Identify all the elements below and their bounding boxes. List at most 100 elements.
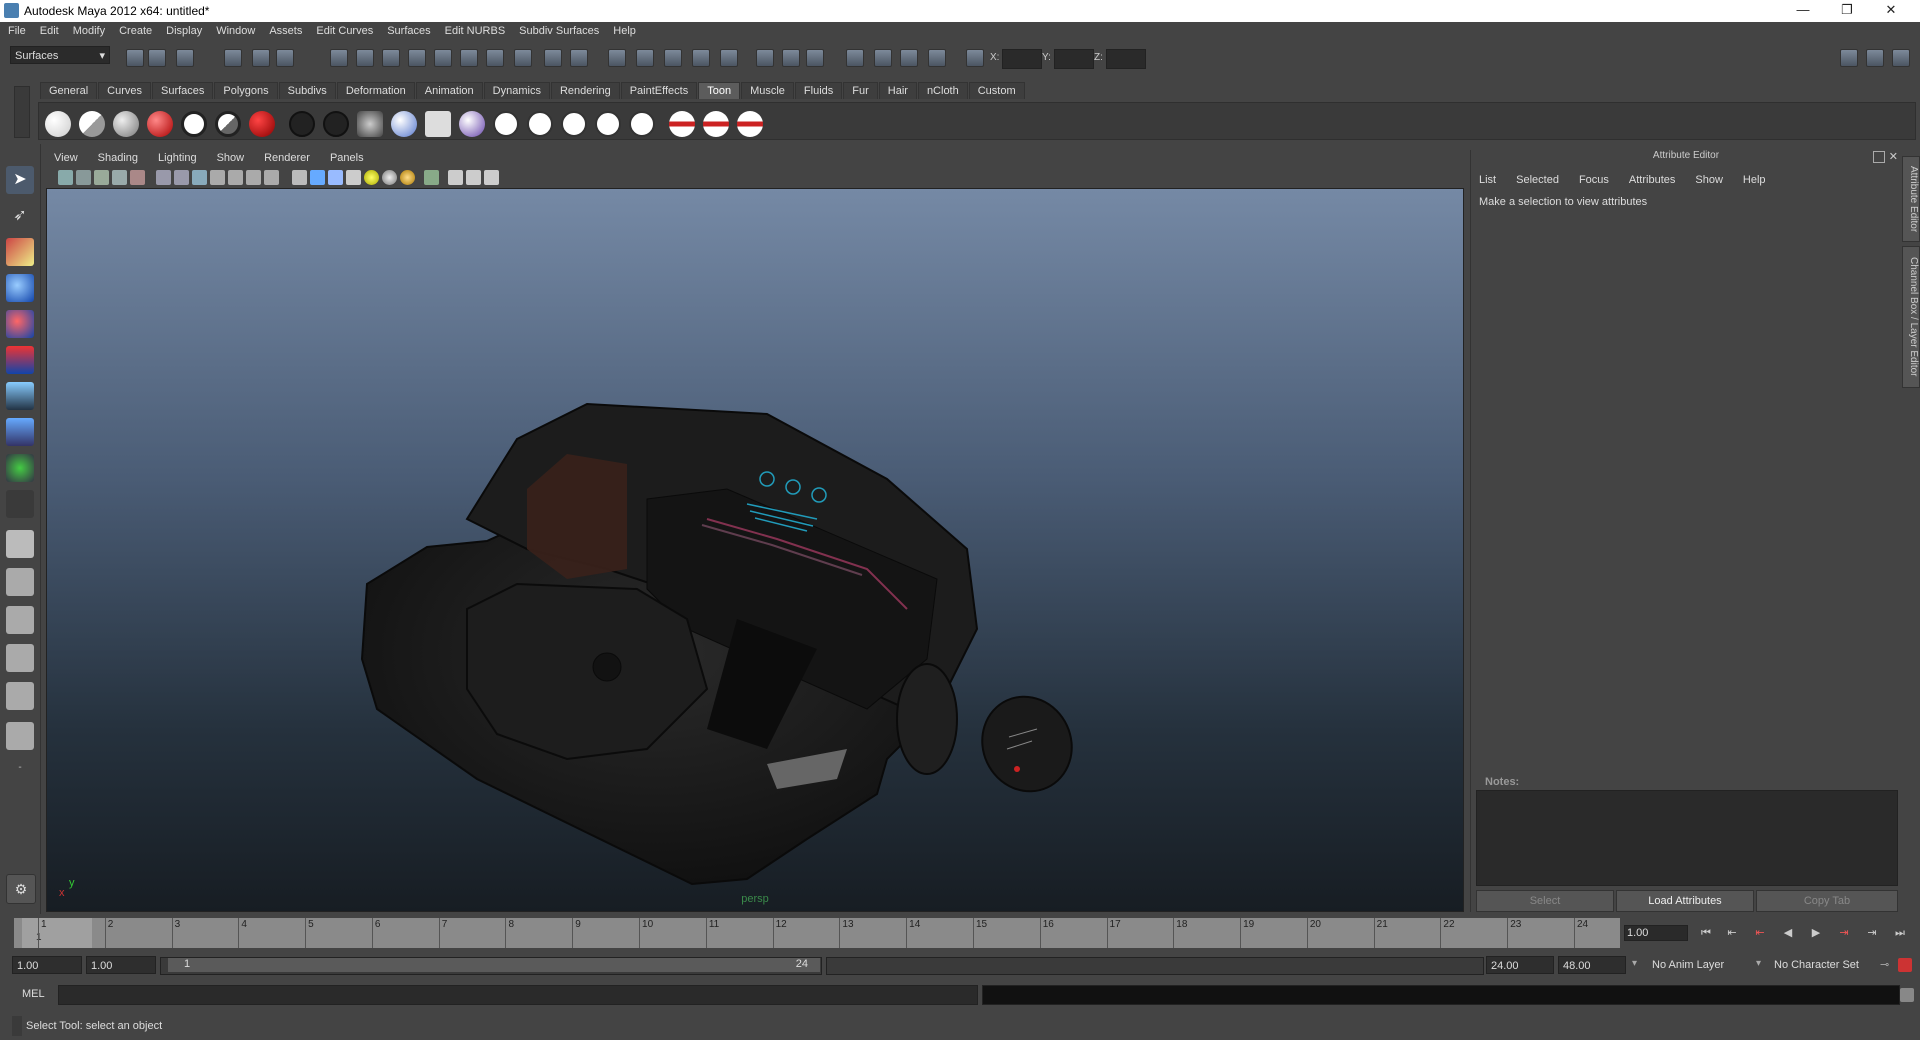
toon-red-ball-icon[interactable] bbox=[249, 111, 275, 137]
toon-lips-3-icon[interactable] bbox=[737, 111, 763, 137]
auto-key-icon[interactable]: ⊸ bbox=[1880, 958, 1889, 971]
char-set-chevron-icon[interactable]: ▾ bbox=[1756, 958, 1761, 969]
menu-edit-curves[interactable]: Edit Curves bbox=[308, 22, 379, 37]
modeling-toolkit-icon[interactable] bbox=[928, 49, 946, 67]
select-button[interactable]: Select bbox=[1476, 890, 1614, 912]
ae-menu-help[interactable]: Help bbox=[1743, 174, 1766, 186]
ae-menu-selected[interactable]: Selected bbox=[1516, 174, 1559, 186]
snap-view-plane-icon[interactable] bbox=[408, 49, 426, 67]
viewport-menu-panels[interactable]: Panels bbox=[316, 150, 370, 164]
float-panel-icon[interactable] bbox=[1873, 151, 1885, 163]
new-scene-icon[interactable] bbox=[126, 49, 144, 67]
open-scene-icon[interactable] bbox=[148, 49, 166, 67]
shelf-tab-subdivs[interactable]: Subdivs bbox=[278, 82, 336, 99]
graph-editor-icon[interactable] bbox=[806, 49, 824, 67]
coord-x-field[interactable] bbox=[1002, 49, 1042, 69]
texture-icon[interactable] bbox=[466, 170, 481, 185]
toon-line-weight-icon[interactable] bbox=[527, 111, 553, 137]
toon-fill-light-angle-icon[interactable] bbox=[113, 111, 139, 137]
viewport-menu-shading[interactable]: Shading bbox=[84, 150, 144, 164]
render-region-icon[interactable] bbox=[570, 49, 588, 67]
shelf-tab-muscle[interactable]: Muscle bbox=[741, 82, 794, 99]
grid-icon[interactable] bbox=[156, 170, 171, 185]
shelf-tab-surfaces[interactable]: Surfaces bbox=[151, 82, 214, 99]
shelf-tab-general[interactable]: General bbox=[40, 82, 98, 99]
camera-attributes-icon[interactable] bbox=[58, 170, 73, 185]
animation-start-field[interactable]: 1.00 bbox=[12, 956, 82, 974]
render-view-icon[interactable] bbox=[720, 49, 738, 67]
shelf-tab-hair[interactable]: Hair bbox=[878, 82, 917, 99]
share-icon[interactable] bbox=[484, 170, 499, 185]
shelf-menu-icon[interactable] bbox=[14, 86, 30, 138]
select-tool-icon[interactable]: ➤ bbox=[6, 166, 34, 194]
menu-edit[interactable]: Edit bbox=[32, 22, 65, 37]
manipulator-tool-icon[interactable] bbox=[6, 382, 34, 410]
show-manipulator-icon[interactable] bbox=[6, 454, 34, 482]
toon-lips-icon[interactable] bbox=[669, 111, 695, 137]
snap-point-icon[interactable] bbox=[382, 49, 400, 67]
ae-menu-focus[interactable]: Focus bbox=[1579, 174, 1609, 186]
select-object-icon[interactable] bbox=[252, 49, 270, 67]
hypershade-icon[interactable] bbox=[692, 49, 710, 67]
select-component-icon[interactable] bbox=[276, 49, 294, 67]
outliner-icon[interactable] bbox=[782, 49, 800, 67]
animation-prefs-icon[interactable] bbox=[1898, 958, 1912, 972]
snap-curve-icon[interactable] bbox=[356, 49, 374, 67]
toon-dark-ball-2-icon[interactable] bbox=[323, 111, 349, 137]
menu-assets[interactable]: Assets bbox=[261, 22, 308, 37]
copy-tab-button[interactable]: Copy Tab bbox=[1756, 890, 1898, 912]
quick-layout-icon[interactable]: ⚙ bbox=[6, 874, 36, 904]
ae-menu-attributes[interactable]: Attributes bbox=[1629, 174, 1675, 186]
layout-attr-editor-icon[interactable] bbox=[1840, 49, 1858, 67]
construction-history-icon[interactable] bbox=[486, 49, 504, 67]
close-button[interactable]: ✕ bbox=[1876, 2, 1906, 20]
shadows-icon[interactable] bbox=[400, 170, 415, 185]
toon-crease-icon[interactable] bbox=[391, 111, 417, 137]
tool-settings-icon[interactable] bbox=[900, 49, 918, 67]
shelf-tab-painteffects[interactable]: PaintEffects bbox=[620, 82, 698, 99]
layout-tool-settings-icon[interactable] bbox=[1892, 49, 1910, 67]
xray-icon[interactable] bbox=[346, 170, 361, 185]
go-to-start-icon[interactable]: ⏮ bbox=[1696, 924, 1716, 942]
restore-button[interactable]: ❐ bbox=[1832, 2, 1862, 20]
viewport-menu-show[interactable]: Show bbox=[203, 150, 251, 164]
wireframe-on-shaded-icon[interactable] bbox=[328, 170, 343, 185]
shelf-tab-ncloth[interactable]: nCloth bbox=[917, 82, 968, 99]
shelf-tab-deformation[interactable]: Deformation bbox=[336, 82, 415, 99]
toon-fill-white-icon[interactable] bbox=[45, 111, 71, 137]
history-icon[interactable] bbox=[460, 49, 478, 67]
shelf-tab-animation[interactable]: Animation bbox=[415, 82, 483, 99]
shelf-tab-toon[interactable]: Toon bbox=[698, 82, 741, 99]
coord-z-field[interactable] bbox=[1106, 49, 1146, 69]
toon-fill-shaded-icon[interactable] bbox=[79, 111, 105, 137]
layout-outliner-persp-icon[interactable] bbox=[6, 606, 34, 634]
absolute-transform-icon[interactable] bbox=[966, 49, 984, 67]
two-d-pan-icon[interactable] bbox=[130, 170, 145, 185]
command-input[interactable] bbox=[58, 985, 978, 1005]
shelf-tab-curves[interactable]: Curves bbox=[98, 82, 151, 99]
help-query-icon[interactable] bbox=[514, 49, 532, 67]
safe-action-icon[interactable] bbox=[246, 170, 261, 185]
close-panel-icon[interactable]: ✕ bbox=[1889, 150, 1898, 163]
viewport-menu-lighting[interactable]: Lighting bbox=[144, 150, 203, 164]
play-forwards-icon[interactable]: ▶ bbox=[1806, 924, 1826, 942]
lock-icon[interactable] bbox=[544, 49, 562, 67]
viewport-menu-renderer[interactable]: Renderer bbox=[250, 150, 316, 164]
high-quality-icon[interactable] bbox=[448, 170, 463, 185]
menu-modify[interactable]: Modify bbox=[65, 22, 111, 37]
load-attributes-button[interactable]: Load Attributes bbox=[1616, 890, 1754, 912]
menu-set-selector[interactable]: Surfaces ▾ bbox=[10, 46, 110, 64]
menu-help[interactable]: Help bbox=[605, 22, 642, 37]
layout-more-icon[interactable]: - bbox=[6, 762, 34, 782]
toon-outline-white-icon[interactable] bbox=[181, 111, 207, 137]
toon-outline-shaded-icon[interactable] bbox=[215, 111, 241, 137]
scale-tool-icon[interactable] bbox=[6, 346, 34, 374]
toon-line-width-icon[interactable] bbox=[595, 111, 621, 137]
toon-fill-shaded-highlight-icon[interactable] bbox=[147, 111, 173, 137]
default-lighting-icon[interactable] bbox=[364, 170, 379, 185]
shelf-tab-rendering[interactable]: Rendering bbox=[550, 82, 620, 99]
make-live-icon[interactable] bbox=[434, 49, 452, 67]
step-back-key-icon[interactable]: ⇤ bbox=[1722, 924, 1742, 942]
layout-hypershade-persp-icon[interactable] bbox=[6, 682, 34, 710]
toon-intersection-icon[interactable] bbox=[459, 111, 485, 137]
